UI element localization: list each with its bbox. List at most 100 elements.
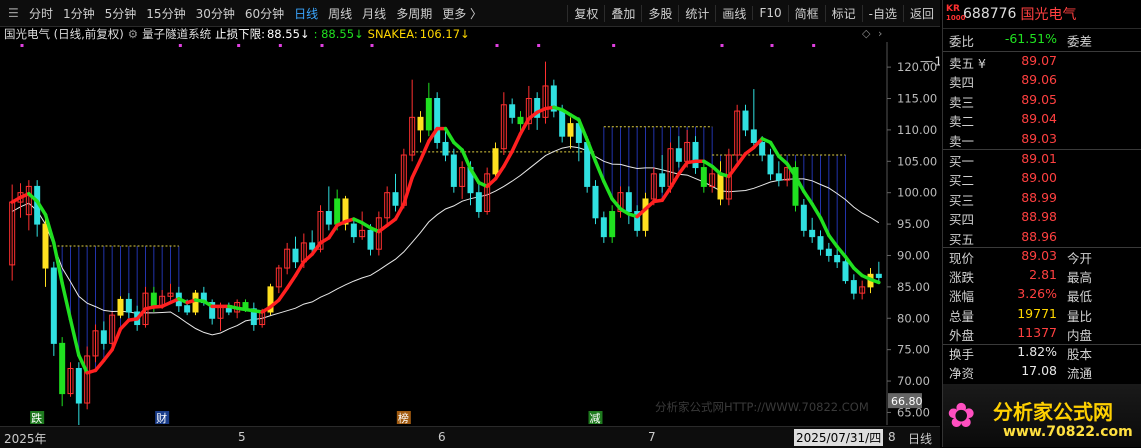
snake-label: SNAKEA:	[367, 27, 418, 41]
y-tick-label: 105.00	[897, 154, 937, 168]
date-label: 5	[238, 430, 246, 444]
candle-body	[609, 211, 616, 238]
quote-header: KR 1000 688776 国光电气	[943, 0, 1141, 29]
toolbar-button[interactable]: 多股	[641, 4, 678, 22]
candle-body	[742, 110, 749, 131]
date-axis: 2025年 5 6 7 2025/07/31/四 8 日线	[0, 426, 940, 448]
stock-title: 国光电气 (日线,前复权)	[4, 27, 124, 41]
candle-body	[184, 305, 191, 313]
y-tick-label: 70.00	[897, 374, 930, 388]
toolbar-button[interactable]: F10	[752, 6, 787, 20]
candle-body	[642, 198, 649, 231]
y-tick-label: 120.00	[897, 60, 937, 74]
candle-body	[850, 280, 857, 294]
snake-line	[818, 216, 831, 238]
slow-ma-line	[11, 145, 880, 336]
signal-marker	[320, 44, 324, 47]
ask-row: 卖五 ¥89.07	[949, 53, 1057, 71]
candle-body	[492, 148, 499, 175]
stat-row: 涨跌 2.81 最高	[949, 267, 1093, 286]
settings-icon[interactable]: ⚙	[128, 27, 138, 41]
stat-row: 总量 19771 量比	[949, 305, 1093, 324]
weibi-row: 委比 -61.51% 委差	[949, 31, 1093, 49]
candle-body	[150, 292, 157, 307]
y-tick-label: 80.00	[897, 311, 930, 325]
bid-row: 买二 89.00	[949, 170, 1057, 189]
candle-body	[509, 104, 516, 118]
candle-body	[625, 192, 632, 213]
signal-marker	[770, 44, 774, 47]
toolbar-button[interactable]: 统计	[678, 4, 715, 22]
toolbar-button[interactable]: 返回	[902, 4, 940, 22]
period-tab[interactable]: 日线	[289, 5, 323, 22]
period-tab[interactable]: 周线	[323, 5, 357, 22]
snake-line	[402, 175, 414, 206]
candle-body	[842, 261, 849, 282]
snake-line	[668, 172, 681, 190]
period-tab[interactable]: 分时	[24, 5, 58, 22]
snake-line	[118, 318, 131, 331]
toolbar-button[interactable]: 叠加	[604, 4, 641, 22]
y-tick-label: 110.00	[897, 123, 937, 137]
kline-chart[interactable]: 65.0070.0075.0080.0085.0090.0095.00100.0…	[0, 42, 940, 425]
menu-icon[interactable]: ☰	[3, 6, 24, 20]
date-label: 7	[648, 430, 656, 444]
candle-body	[559, 110, 566, 137]
stat-row: 外盘 11377 内盘	[949, 324, 1093, 343]
candle-body	[775, 173, 782, 181]
snake-line	[593, 159, 606, 184]
snake-line	[610, 197, 623, 211]
candle-body	[567, 123, 574, 137]
candle-body	[817, 236, 824, 250]
divider	[943, 149, 1141, 150]
candle-body	[325, 211, 332, 225]
toolbar-button[interactable]: 复权	[567, 4, 604, 22]
indicator-line: 国光电气 (日线,前复权) ⚙ 量子隧道系统 止损下限: 88.55 ↓ : 8…	[4, 26, 474, 42]
period-tab[interactable]: 1分钟	[58, 5, 100, 22]
toolbar-button[interactable]: 简框	[787, 4, 825, 22]
signal-marker	[612, 44, 616, 47]
signal-marker	[178, 44, 182, 47]
y-tick-label: 95.00	[897, 217, 930, 231]
snake-line	[327, 223, 339, 240]
snake-line	[277, 286, 289, 302]
period-tab[interactable]: 5分钟	[100, 5, 142, 22]
date-label: 2025年	[4, 432, 47, 446]
period-tab[interactable]: 30分钟	[191, 5, 240, 22]
snake-line	[393, 202, 406, 221]
candle-body	[117, 298, 124, 316]
snake-line	[510, 131, 523, 153]
candle-body	[809, 229, 816, 238]
ask-row: 卖四 89.06	[949, 72, 1057, 91]
snake-line	[285, 273, 298, 290]
candle-body	[42, 223, 49, 269]
arrow-down-icon: ↓	[460, 27, 470, 41]
candle-body	[309, 242, 316, 250]
candle-body	[59, 342, 66, 395]
signal-marker	[237, 44, 241, 47]
stat-row: 净资 17.08 流通	[949, 363, 1093, 382]
period-tab[interactable]: 月线	[357, 5, 391, 22]
collapse-icon[interactable]: ◇	[862, 27, 870, 40]
snake-line	[660, 185, 673, 202]
ask-row: 卖二 89.04	[949, 111, 1057, 130]
date-label: 6	[438, 430, 446, 444]
ask-row: 卖三 89.05	[949, 91, 1057, 110]
toolbar-button[interactable]: -自选	[861, 4, 903, 22]
period-tab[interactable]: 更多 〉	[437, 5, 487, 22]
high-annotation: 120.88	[935, 55, 941, 69]
period-tab[interactable]: 15分钟	[141, 5, 190, 22]
period-tab[interactable]: 多周期	[391, 5, 437, 22]
candle-body	[434, 98, 441, 143]
period-indicator[interactable]: 日线	[908, 430, 932, 447]
expand-icon[interactable]: ›	[878, 27, 882, 40]
snake-line	[677, 160, 689, 176]
toolbar-button[interactable]: 标记	[824, 4, 862, 22]
stop-label: 止损下限:	[215, 27, 265, 41]
candle-body	[600, 217, 607, 238]
period-tab[interactable]: 60分钟	[240, 5, 289, 22]
snake-line	[727, 163, 739, 179]
toolbar-button[interactable]: 画线	[715, 4, 752, 22]
signal-marker	[720, 44, 724, 47]
stock-name: 国光电气	[1020, 7, 1077, 23]
